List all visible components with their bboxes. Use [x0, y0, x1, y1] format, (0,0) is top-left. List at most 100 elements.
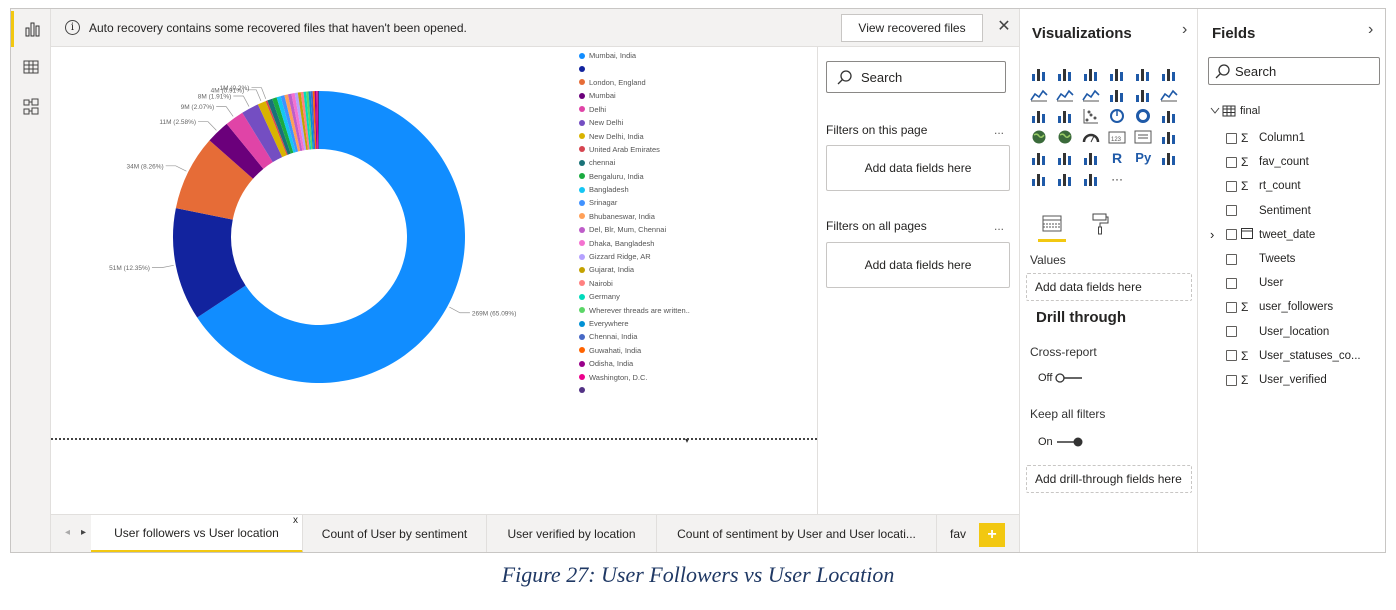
visual-bar-icon[interactable]	[1133, 84, 1154, 105]
field-item[interactable]: Σuser_followers	[1226, 298, 1333, 316]
visual-map-icon[interactable]	[1028, 126, 1049, 147]
donut-chart[interactable]: 269M (65.09%) 51M (12.35%) 34M (8.26%) 11M …	[51, 47, 571, 437]
field-item[interactable]: User_location	[1226, 323, 1329, 341]
report-view-icon[interactable]	[11, 11, 51, 47]
field-checkbox[interactable]	[1226, 205, 1237, 217]
visual-slicer-icon[interactable]	[1028, 147, 1049, 168]
visual-line-icon[interactable]	[1159, 84, 1180, 105]
legend-item[interactable]: Guwahati, India	[579, 344, 690, 357]
visual-Py-icon[interactable]: Py	[1133, 147, 1154, 168]
field-item[interactable]: › tweet_date	[1210, 226, 1315, 244]
field-item[interactable]: Σ User_verified	[1226, 371, 1327, 389]
fields-search-input[interactable]: Search	[1208, 57, 1380, 85]
keep-filters-toggle[interactable]: On	[1038, 436, 1084, 448]
visual-smart-icon[interactable]	[1159, 147, 1180, 168]
legend-item[interactable]: New Delhi	[579, 116, 690, 129]
visual-table-icon[interactable]	[1054, 147, 1075, 168]
model-view-icon[interactable]	[11, 89, 51, 125]
values-well[interactable]: Add data fields here	[1026, 273, 1192, 301]
visual-area-icon[interactable]	[1054, 84, 1075, 105]
field-checkbox[interactable]	[1226, 132, 1237, 144]
tab-count-sentiment[interactable]: Count of sentiment by User and User loca…	[657, 515, 937, 552]
field-checkbox[interactable]	[1226, 277, 1237, 289]
field-item[interactable]: User	[1226, 274, 1283, 292]
visual-tree-icon[interactable]	[1159, 105, 1180, 126]
visual-bar-icon[interactable]	[1028, 63, 1049, 84]
add-page-button[interactable]: +	[979, 523, 1005, 547]
filter-search-input[interactable]: Search	[826, 61, 1006, 93]
legend-item[interactable]: Gujarat, India	[579, 263, 690, 276]
tab-fav[interactable]: fav	[937, 515, 979, 552]
visual-decomp-icon[interactable]	[1028, 168, 1049, 189]
field-item[interactable]: Σ User_statuses_co...	[1226, 347, 1361, 365]
legend-item[interactable]: Everywhere	[579, 317, 690, 330]
visual-narr-icon[interactable]	[1080, 168, 1101, 189]
field-item[interactable]: Sentiment	[1226, 202, 1311, 220]
close-icon[interactable]: ✕	[993, 15, 1015, 39]
format-tab[interactable]	[1086, 212, 1114, 242]
legend-item[interactable]	[579, 62, 690, 75]
legend-item[interactable]: Bhubaneswar, India	[579, 210, 690, 223]
filters-all-more-icon[interactable]: ...	[994, 219, 1004, 233]
collapse-visualizations-icon[interactable]: ›	[1182, 21, 1187, 39]
chevron-right-icon[interactable]: ›	[1210, 227, 1214, 242]
field-checkbox[interactable]	[1226, 229, 1237, 241]
legend-item[interactable]: Mumbai, India	[579, 49, 690, 62]
visual-bar-icon[interactable]	[1054, 63, 1075, 84]
drill-through-well[interactable]: Add drill-through fields here	[1026, 465, 1192, 493]
field-checkbox[interactable]	[1226, 326, 1237, 338]
visual-more-icon[interactable]: ···	[1107, 168, 1128, 189]
legend-item[interactable]: Srinagar	[579, 196, 690, 209]
legend-item[interactable]: Del, Blr, Mum, Chennai	[579, 223, 690, 236]
table-final[interactable]: final	[1210, 105, 1260, 117]
visual-qa-icon[interactable]	[1054, 168, 1075, 189]
visual-bar-icon[interactable]	[1107, 84, 1128, 105]
view-recovered-files-button[interactable]: View recovered files	[841, 14, 983, 42]
visual-donut-icon[interactable]	[1133, 105, 1154, 126]
legend-item[interactable]: Nairobi	[579, 277, 690, 290]
visual-area-icon[interactable]	[1080, 84, 1101, 105]
field-checkbox[interactable]	[1226, 301, 1237, 313]
filters-page-more-icon[interactable]: ...	[994, 123, 1004, 137]
legend-item[interactable]: New Delhi, India	[579, 129, 690, 142]
field-checkbox[interactable]	[1226, 180, 1237, 192]
visual-card-icon[interactable]	[1133, 126, 1154, 147]
field-item[interactable]: Tweets	[1226, 250, 1295, 268]
legend-item[interactable]: Bangladesh	[579, 183, 690, 196]
legend-item[interactable]: chennai	[579, 156, 690, 169]
legend-item[interactable]: Washington, D.C.	[579, 370, 690, 383]
tab-user-followers[interactable]: User followers vs User location x	[91, 515, 303, 552]
visual-pie-icon[interactable]	[1107, 105, 1128, 126]
visual-funnel-icon[interactable]	[1054, 105, 1075, 126]
visual-bar-icon[interactable]	[1028, 105, 1049, 126]
collapse-fields-icon[interactable]: ›	[1368, 21, 1373, 39]
legend-item[interactable]: Bengaluru, India	[579, 170, 690, 183]
visual-matrix-icon[interactable]	[1080, 147, 1101, 168]
tab-user-verified[interactable]: User verified by location	[487, 515, 657, 552]
field-checkbox[interactable]	[1226, 156, 1237, 168]
legend-item[interactable]: Odisha, India	[579, 357, 690, 370]
visual-line-icon[interactable]	[1028, 84, 1049, 105]
field-checkbox[interactable]	[1226, 350, 1237, 362]
visual-R-icon[interactable]: R	[1107, 147, 1128, 168]
tab-close-icon[interactable]: x	[293, 515, 298, 539]
legend-item[interactable]: Delhi	[579, 103, 690, 116]
fields-well-tab[interactable]	[1038, 212, 1066, 242]
legend-item[interactable]: London, England	[579, 76, 690, 89]
visual-bar-icon[interactable]	[1080, 63, 1101, 84]
visual-bar-icon[interactable]	[1107, 63, 1128, 84]
tab-count-user-sentiment[interactable]: Count of User by sentiment	[303, 515, 487, 552]
visual-gauge-icon[interactable]	[1080, 126, 1101, 147]
visual-bar-icon[interactable]	[1159, 63, 1180, 84]
field-checkbox[interactable]	[1226, 253, 1237, 265]
legend-item[interactable]: Wherever threads are written..	[579, 303, 690, 316]
all-pages-filter-drop-zone[interactable]: Add data fields here	[826, 242, 1010, 288]
cross-report-toggle[interactable]: Off	[1038, 372, 1083, 384]
legend-item[interactable]	[579, 384, 690, 397]
legend-item[interactable]: Mumbai	[579, 89, 690, 102]
field-checkbox[interactable]	[1226, 374, 1237, 386]
tab-prev-icon[interactable]: ◂	[65, 527, 70, 538]
data-view-icon[interactable]	[11, 49, 51, 85]
field-item[interactable]: Σ Column1	[1226, 129, 1305, 147]
page-filter-drop-zone[interactable]: Add data fields here	[826, 145, 1010, 191]
